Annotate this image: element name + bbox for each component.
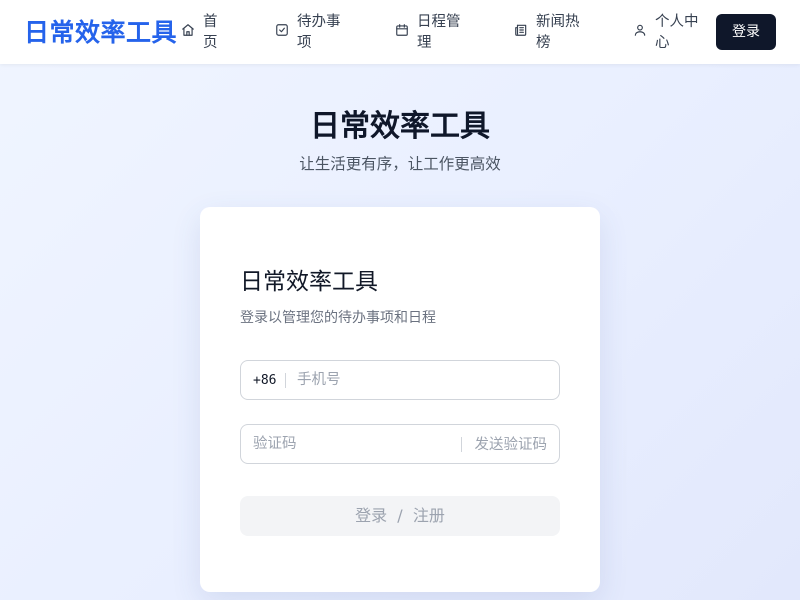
home-icon: [182, 24, 194, 36]
top-navbar: 日常效率工具 首 页 待办事 项 日程管 理 新闻热 榜 个人中 心 登录: [0, 0, 800, 64]
nav-home-label: 首 页: [203, 14, 218, 51]
prefix-divider: [285, 373, 286, 388]
hero-subtitle: 让生活更有序，让工作更高效: [299, 155, 501, 173]
login-card: 日常效率工具 登录以管理您的待办事项和日程 +86 发送验证码 登录 / 注册: [200, 207, 600, 592]
newspaper-icon: [515, 24, 527, 36]
app-logo[interactable]: 日常效率工具: [24, 16, 177, 50]
checkbox-icon: [276, 24, 288, 36]
header-login-button[interactable]: 登录: [716, 14, 776, 50]
login-card-title: 日常效率工具: [240, 269, 378, 295]
hero-title: 日常效率工具: [310, 109, 490, 144]
nav-schedule-label: 日程管 理: [417, 14, 461, 51]
nav-news-label: 新闻热 榜: [536, 14, 580, 51]
nav-profile-label: 个人中 心: [655, 14, 699, 51]
phone-field: +86: [240, 360, 560, 400]
user-icon: [634, 24, 646, 36]
login-register-button[interactable]: 登录 / 注册: [240, 496, 560, 536]
verification-code-input[interactable]: [253, 425, 443, 463]
nav-item-profile[interactable]: 个人中 心: [633, 12, 699, 54]
country-code-prefix: +86: [253, 373, 277, 388]
nav-item-news[interactable]: 新闻热 榜: [514, 12, 580, 54]
send-code-divider: [461, 437, 462, 452]
nav-item-todo[interactable]: 待办事 项: [275, 12, 341, 54]
verification-code-field: 发送验证码: [240, 424, 560, 464]
phone-input[interactable]: [297, 361, 547, 399]
login-card-subtitle: 登录以管理您的待办事项和日程: [240, 310, 436, 326]
calendar-icon: [396, 24, 408, 36]
nav-todo-label: 待办事 项: [297, 14, 341, 51]
nav-item-home[interactable]: 首 页: [181, 12, 218, 54]
send-code-button[interactable]: 发送验证码: [475, 425, 548, 463]
nav-item-schedule[interactable]: 日程管 理: [395, 12, 461, 54]
